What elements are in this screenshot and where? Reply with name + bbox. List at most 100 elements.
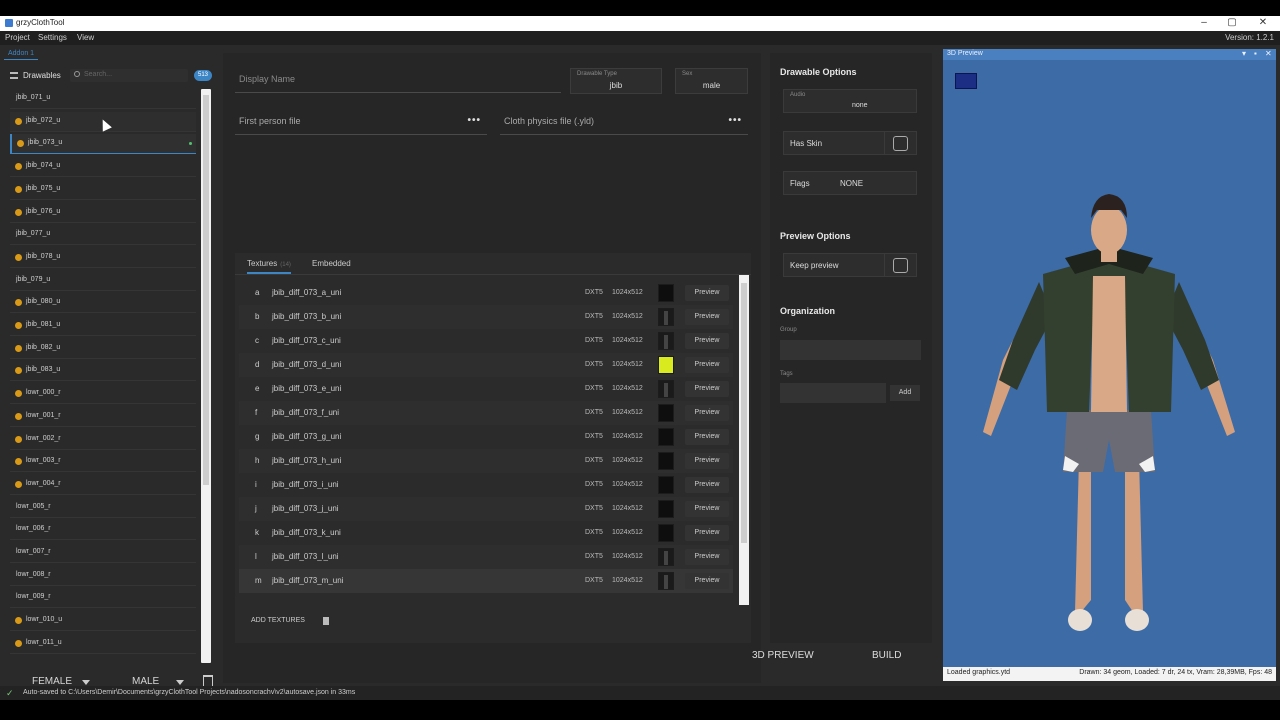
list-item[interactable]: jbib_078_u: [10, 248, 196, 268]
list-item[interactable]: lowr_004_r: [10, 475, 196, 495]
texture-name: jbib_diff_073_h_uni: [272, 456, 342, 465]
add-tag-button[interactable]: Add: [890, 385, 920, 401]
drawable-type-select[interactable]: Drawable Type jbib: [570, 68, 662, 94]
texture-row[interactable]: i jbib_diff_073_i_uni DXT5 1024x512 Preview: [239, 473, 733, 497]
preview-button[interactable]: Preview: [685, 381, 729, 397]
tab-textures[interactable]: Textures (14): [247, 259, 291, 274]
list-item[interactable]: lowr_000_r: [10, 384, 196, 405]
scrollbar-thumb[interactable]: [203, 95, 209, 485]
texture-row[interactable]: b jbib_diff_073_b_uni DXT5 1024x512 Preview: [239, 305, 733, 329]
preview-button[interactable]: Preview: [685, 525, 729, 541]
texture-row[interactable]: f jbib_diff_073_f_uni DXT5 1024x512 Preview: [239, 401, 733, 425]
texture-row[interactable]: a jbib_diff_073_a_uni DXT5 1024x512 Preview: [239, 281, 733, 305]
preview-button[interactable]: Preview: [685, 501, 729, 517]
more-icon[interactable]: •••: [728, 115, 742, 126]
flags-select[interactable]: Flags NONE: [783, 171, 917, 195]
scrollbar-thumb[interactable]: [741, 283, 747, 543]
list-item[interactable]: lowr_007_r: [10, 543, 196, 563]
add-textures-button[interactable]: ADD TEXTURES: [251, 617, 305, 624]
preview-button[interactable]: Preview: [685, 405, 729, 421]
chevron-down-icon[interactable]: [82, 680, 90, 685]
list-item[interactable]: jbib_071_u: [10, 89, 196, 109]
tags-input[interactable]: [780, 383, 886, 403]
first-person-file-field[interactable]: First person file •••: [235, 111, 487, 135]
tab-embedded[interactable]: Embedded: [312, 259, 351, 268]
list-item-label: lowr_002_r: [26, 434, 61, 442]
search-input[interactable]: Search...: [70, 69, 188, 82]
list-item[interactable]: lowr_008_r: [10, 566, 196, 586]
has-skin-checkbox[interactable]: [893, 136, 908, 151]
list-item[interactable]: jbib_074_u: [10, 157, 196, 178]
menu-view[interactable]: View: [77, 33, 94, 42]
texture-row[interactable]: c jbib_diff_073_c_uni DXT5 1024x512 Preview: [239, 329, 733, 353]
preview-button[interactable]: Preview: [685, 285, 729, 301]
close-icon[interactable]: ✕: [1265, 49, 1272, 58]
preview-button[interactable]: Preview: [685, 453, 729, 469]
more-icon[interactable]: •••: [467, 115, 481, 126]
texture-row[interactable]: h jbib_diff_073_h_uni DXT5 1024x512 Preview: [239, 449, 733, 473]
list-item[interactable]: lowr_010_u: [10, 611, 196, 632]
menu-settings[interactable]: Settings: [38, 33, 67, 42]
list-item[interactable]: jbib_077_u: [10, 225, 196, 246]
first-person-file-label: First person file: [239, 116, 301, 126]
texture-row[interactable]: m jbib_diff_073_m_uni DXT5 1024x512 Preview: [239, 569, 733, 593]
version-label: Version: 1.2.1: [1225, 33, 1274, 42]
list-item[interactable]: jbib_082_u: [10, 339, 196, 359]
3d-preview-viewport[interactable]: 3D Preview ▾ ▪ ✕ Loaded graphics.ytd Dra…: [943, 49, 1276, 681]
list-item[interactable]: jbib_076_u: [10, 203, 196, 223]
list-item[interactable]: lowr_002_r: [10, 430, 196, 450]
display-name-field[interactable]: Display Name: [235, 69, 561, 93]
warning-dot-icon: [15, 163, 22, 171]
preview-button[interactable]: Preview: [685, 309, 729, 325]
list-item[interactable]: lowr_003_r: [10, 452, 196, 473]
audio-select[interactable]: Audio none: [783, 89, 917, 113]
list-item[interactable]: lowr_011_u: [10, 634, 196, 654]
list-item[interactable]: lowr_009_r: [10, 588, 196, 609]
texture-size: 1024x512: [612, 337, 643, 344]
texture-list-scrollbar[interactable]: [739, 275, 749, 605]
build-button[interactable]: BUILD: [872, 650, 901, 661]
preview-button[interactable]: Preview: [685, 477, 729, 493]
menu-project[interactable]: Project: [5, 33, 30, 42]
cloth-physics-file-field[interactable]: Cloth physics file (.yld) •••: [500, 111, 748, 135]
preview-button[interactable]: Preview: [685, 429, 729, 445]
preview-button[interactable]: Preview: [685, 549, 729, 565]
dock-icon[interactable]: ▪: [1254, 49, 1257, 58]
list-item[interactable]: jbib_079_u: [10, 271, 196, 291]
list-item[interactable]: jbib_073_u: [10, 134, 196, 155]
texture-row[interactable]: j jbib_diff_073_j_uni DXT5 1024x512 Preview: [239, 497, 733, 521]
texture-size: 1024x512: [612, 457, 643, 464]
list-item[interactable]: jbib_083_u: [10, 361, 196, 382]
texture-row[interactable]: k jbib_diff_073_k_uni DXT5 1024x512 Preview: [239, 521, 733, 545]
list-item[interactable]: jbib_075_u: [10, 180, 196, 200]
chevron-down-icon[interactable]: [176, 680, 184, 685]
search-placeholder: Search...: [84, 71, 113, 78]
trash-icon[interactable]: [323, 617, 329, 625]
preview-button[interactable]: Preview: [685, 573, 729, 589]
texture-row[interactable]: l jbib_diff_073_l_uni DXT5 1024x512 Preview: [239, 545, 733, 569]
group-input[interactable]: [780, 340, 921, 360]
list-item[interactable]: lowr_001_r: [10, 407, 196, 427]
list-item[interactable]: jbib_080_u: [10, 293, 196, 314]
maximize-button[interactable]: ▢: [1218, 16, 1246, 31]
sex-select[interactable]: Sex male: [675, 68, 748, 94]
keep-preview-checkbox[interactable]: [893, 258, 908, 273]
texture-format: DXT5: [585, 409, 603, 416]
warning-dot-icon: [15, 367, 22, 375]
list-item[interactable]: jbib_081_u: [10, 316, 196, 336]
texture-row[interactable]: e jbib_diff_073_e_uni DXT5 1024x512 Preview: [239, 377, 733, 401]
texture-row[interactable]: g jbib_diff_073_g_uni DXT5 1024x512 Preview: [239, 425, 733, 449]
3d-preview-button[interactable]: 3D PREVIEW: [752, 650, 814, 661]
list-item[interactable]: lowr_005_r: [10, 498, 196, 518]
warning-dot-icon: [15, 344, 22, 352]
close-button[interactable]: ✕: [1249, 16, 1277, 31]
pin-icon[interactable]: ▾: [1242, 49, 1246, 58]
preview-button[interactable]: Preview: [685, 357, 729, 373]
list-item[interactable]: lowr_006_r: [10, 520, 196, 541]
addon-tab[interactable]: Addon 1: [4, 50, 39, 60]
preview-button[interactable]: Preview: [685, 333, 729, 349]
minimize-button[interactable]: –: [1190, 16, 1218, 31]
texture-row[interactable]: d jbib_diff_073_d_uni DXT5 1024x512 Preview: [239, 353, 733, 377]
warning-dot-icon: [15, 458, 22, 466]
drawable-list-scrollbar[interactable]: [201, 89, 211, 663]
